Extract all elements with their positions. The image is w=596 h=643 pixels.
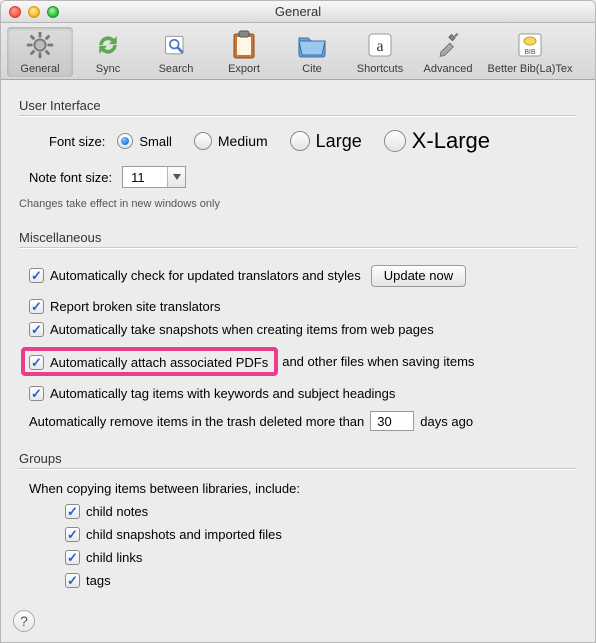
checkbox-label: Automatically check for updated translat…: [50, 268, 361, 283]
checkbox-tags[interactable]: ✓ tags: [65, 573, 577, 588]
checkbox-attach-pdfs[interactable]: ✓ Automatically attach associated PDFs: [29, 355, 268, 370]
tab-search[interactable]: Search: [143, 27, 209, 77]
checkbox-child-links[interactable]: ✓ child links: [65, 550, 577, 565]
clipboard-icon: [228, 29, 260, 61]
checkbox-auto-tag[interactable]: ✓ Automatically tag items with keywords …: [29, 386, 577, 401]
trash-label-b: days ago: [420, 414, 473, 429]
trash-days-input[interactable]: 30: [370, 411, 414, 431]
tab-shortcuts[interactable]: a Shortcuts: [347, 27, 413, 77]
checkbox-label: Automatically take snapshots when creati…: [50, 322, 434, 337]
tab-label: Search: [159, 63, 194, 75]
font-size-xlarge[interactable]: X-Large: [384, 128, 490, 154]
checkbox-label: child snapshots and imported files: [86, 527, 282, 542]
tab-better-bib[interactable]: BIB Better Bib(La)Tex: [483, 27, 577, 77]
section-groups: Groups: [19, 451, 577, 466]
tab-export[interactable]: Export: [211, 27, 277, 77]
letter-a-icon: a: [364, 29, 396, 61]
attach-pdfs-tail: and other files when saving items: [282, 354, 474, 369]
checkbox-child-snapshots[interactable]: ✓ child snapshots and imported files: [65, 527, 577, 542]
checkbox-label: Automatically tag items with keywords an…: [50, 386, 395, 401]
svg-text:BIB: BIB: [524, 49, 536, 56]
checkbox-label: child links: [86, 550, 142, 565]
checkbox-label: tags: [86, 573, 111, 588]
tab-cite[interactable]: Cite: [279, 27, 345, 77]
tab-label: General: [20, 63, 59, 75]
window-title: General: [1, 4, 595, 19]
folder-icon: [296, 29, 328, 61]
help-button[interactable]: ?: [13, 610, 35, 632]
search-icon: [160, 29, 192, 61]
radio-label: X-Large: [412, 128, 490, 154]
close-window-button[interactable]: [9, 6, 21, 18]
radio-label: Medium: [218, 133, 268, 149]
font-size-small[interactable]: Small: [117, 133, 172, 149]
radio-label: Large: [316, 131, 362, 152]
tab-sync[interactable]: Sync: [75, 27, 141, 77]
tab-label: Advanced: [424, 63, 473, 75]
checkbox-label: Automatically attach associated PDFs: [50, 355, 268, 370]
update-now-button[interactable]: Update now: [371, 265, 466, 287]
highlight-attach-pdfs: ✓ Automatically attach associated PDFs: [21, 347, 278, 376]
preferences-toolbar: General Sync Search Export: [1, 23, 595, 80]
note-font-size-select[interactable]: 11: [122, 166, 186, 188]
svg-text:a: a: [376, 38, 383, 55]
radio-label: Small: [139, 134, 172, 149]
font-size-large[interactable]: Large: [290, 131, 362, 152]
section-miscellaneous: Miscellaneous: [19, 230, 577, 245]
tab-label: Cite: [302, 63, 322, 75]
sync-icon: [92, 29, 124, 61]
zoom-window-button[interactable]: [47, 6, 59, 18]
tab-label: Export: [228, 63, 260, 75]
chevron-down-icon: [167, 167, 185, 187]
tools-icon: [432, 29, 464, 61]
checkbox-child-notes[interactable]: ✓ child notes: [65, 504, 577, 519]
gear-icon: [24, 29, 56, 61]
select-value: 11: [123, 170, 167, 185]
font-size-medium[interactable]: Medium: [194, 132, 268, 150]
bib-icon: BIB: [514, 29, 546, 61]
titlebar: General: [1, 1, 595, 23]
changes-note: Changes take effect in new windows only: [19, 198, 577, 210]
tab-label: Better Bib(La)Tex: [488, 63, 573, 75]
trash-label-a: Automatically remove items in the trash …: [29, 414, 364, 429]
section-user-interface: User Interface: [19, 98, 577, 113]
groups-lead: When copying items between libraries, in…: [29, 481, 300, 496]
tab-advanced[interactable]: Advanced: [415, 27, 481, 77]
checkbox-label: child notes: [86, 504, 148, 519]
font-size-label: Font size:: [49, 134, 105, 149]
checkbox-report-broken[interactable]: ✓ Report broken site translators: [29, 299, 577, 314]
tab-general[interactable]: General: [7, 27, 73, 77]
note-font-size-label: Note font size:: [29, 170, 112, 185]
minimize-window-button[interactable]: [28, 6, 40, 18]
checkbox-label: Report broken site translators: [50, 299, 221, 314]
checkbox-auto-update[interactable]: ✓ Automatically check for updated transl…: [29, 268, 361, 283]
tab-label: Shortcuts: [357, 63, 403, 75]
tab-label: Sync: [96, 63, 120, 75]
checkbox-snapshots[interactable]: ✓ Automatically take snapshots when crea…: [29, 322, 577, 337]
